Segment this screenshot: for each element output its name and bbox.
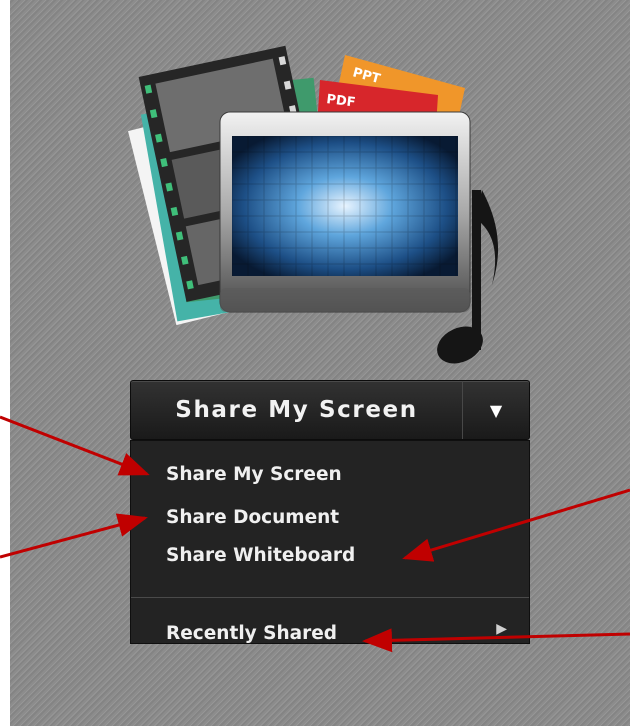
menu-item-share-my-screen[interactable]: Share My Screen <box>166 464 342 485</box>
share-menu: Share My Screen Share Document Share Whi… <box>130 440 530 644</box>
chevron-right-icon: ▶ <box>496 621 507 637</box>
share-pod: PPT PDF Share My Screen ▼ Share My Scree… <box>10 0 630 726</box>
share-button: Share My Screen ▼ <box>130 380 530 440</box>
menu-divider <box>131 597 529 598</box>
share-my-screen-button[interactable]: Share My Screen <box>131 381 463 439</box>
caret-down-icon: ▼ <box>489 400 503 420</box>
share-options-dropdown[interactable]: ▼ <box>463 381 529 439</box>
monitor-icon <box>219 111 471 313</box>
menu-item-recently-shared[interactable]: Recently Shared <box>166 623 337 644</box>
menu-item-share-whiteboard[interactable]: Share Whiteboard <box>166 545 355 566</box>
share-illustration: PPT PDF <box>128 45 499 364</box>
menu-item-share-document[interactable]: Share Document <box>166 507 339 528</box>
